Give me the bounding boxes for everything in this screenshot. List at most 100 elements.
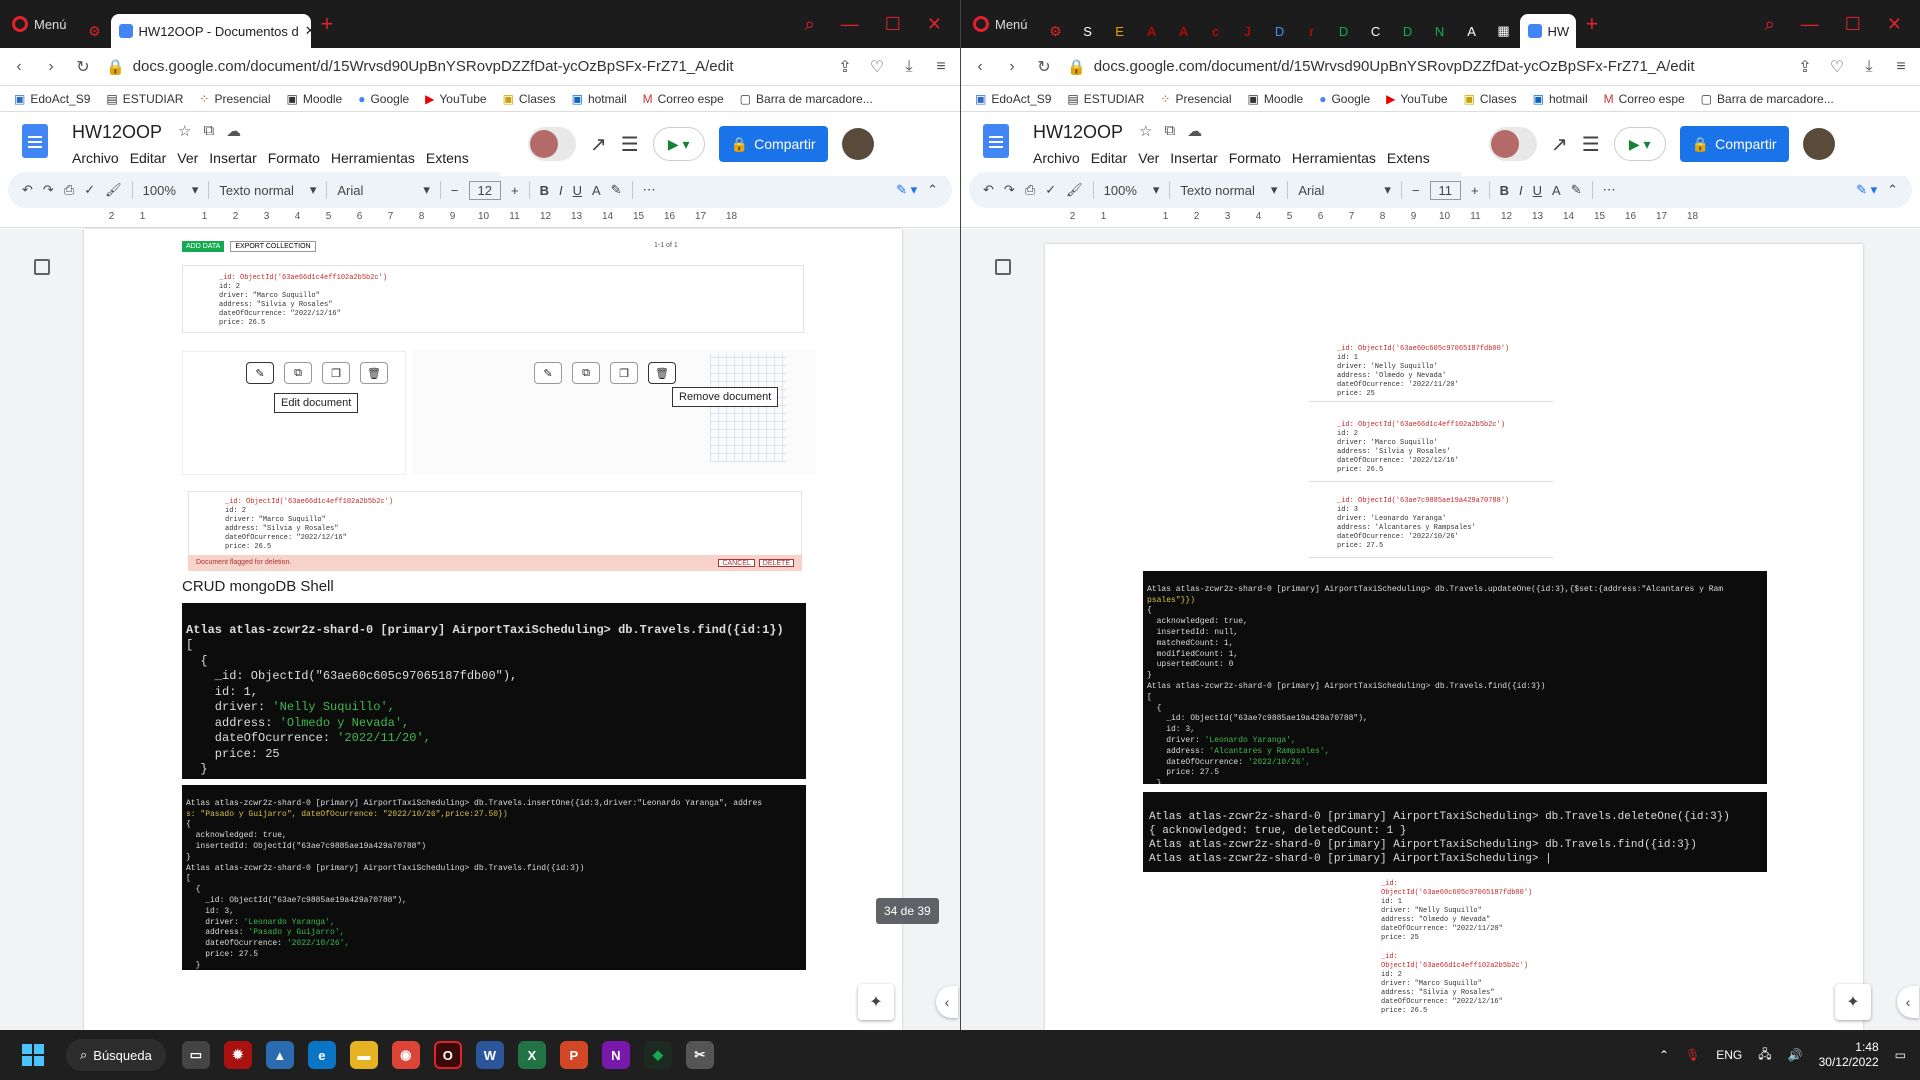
zoom-select[interactable]: 100% ▾ <box>1104 182 1160 198</box>
undo-icon[interactable]: ↶ <box>983 182 994 198</box>
menu-formato[interactable]: Formato <box>1229 150 1281 166</box>
document-page[interactable]: _id: ObjectId('63ae60c605c97065187fdb00'… <box>1045 244 1863 1030</box>
microphone-icon[interactable]: 🎙 <box>1685 1048 1700 1062</box>
font-size-input[interactable]: 12 <box>468 180 501 200</box>
bookmark-item[interactable]: ▣ Moodle <box>287 92 343 106</box>
move-icon[interactable]: ⧉ <box>1164 122 1175 140</box>
tab-docs[interactable]: HW✕ <box>1519 14 1576 48</box>
bookmark-item[interactable]: ▢ Barra de marcadore... <box>1701 92 1834 106</box>
menu-archivo[interactable]: Archivo <box>1033 150 1080 166</box>
doc-title[interactable]: HW12OOP <box>1033 122 1123 143</box>
menu-herramientas[interactable]: Herramientas <box>1292 150 1376 166</box>
clock[interactable]: 1:48 30/12/2022 <box>1819 1040 1879 1070</box>
redo-icon[interactable]: ↷ <box>1004 182 1015 198</box>
underline-icon[interactable]: U <box>573 183 582 198</box>
outline-icon[interactable] <box>995 259 1011 275</box>
highlight-icon[interactable]: ✎ <box>611 182 622 198</box>
tab-item[interactable]: D <box>1328 14 1360 48</box>
volume-icon[interactable]: 🔊 <box>1788 1048 1803 1062</box>
new-tab-button[interactable]: + <box>311 11 344 37</box>
menu-extensiones[interactable]: Extens <box>426 150 469 166</box>
doc-title[interactable]: HW12OOP <box>72 122 162 143</box>
bookmark-item[interactable]: M Correo espe <box>1604 92 1685 106</box>
share-button[interactable]: 🔒 Compartir <box>718 126 828 162</box>
account-avatar[interactable] <box>841 128 874 160</box>
menu-editar[interactable]: Editar <box>130 150 167 166</box>
increase-font-icon[interactable]: + <box>1471 183 1479 198</box>
chrome-icon[interactable]: ◉ <box>391 1041 420 1069</box>
task-view-icon[interactable]: ▭ <box>181 1041 210 1069</box>
bookmark-item[interactable]: ▤ ESTUDIAR <box>1067 92 1144 106</box>
bookmark-item[interactable]: ▣ hotmail <box>1533 92 1588 106</box>
tray-chevron-icon[interactable]: ⌃ <box>1659 1048 1669 1062</box>
redo-icon[interactable]: ↷ <box>43 182 54 198</box>
spellcheck-icon[interactable]: ✓ <box>1045 182 1056 198</box>
opera-icon[interactable]: O <box>433 1041 462 1069</box>
download-icon[interactable]: ⤓ <box>1860 58 1878 76</box>
cloud-icon[interactable]: ☁ <box>226 122 241 140</box>
file-explorer-icon[interactable]: ▬ <box>349 1041 378 1069</box>
snipping-tool-icon[interactable]: ✂ <box>685 1041 714 1069</box>
close-window-icon[interactable]: ✕ <box>927 14 942 35</box>
bookmark-item[interactable]: ▣ hotmail <box>572 92 627 106</box>
photos-icon[interactable]: ▲ <box>265 1041 294 1069</box>
new-tab-button[interactable]: + <box>1576 11 1609 37</box>
gaming-tab-icon[interactable]: ⚙ <box>79 14 111 48</box>
tab-youtube[interactable]: A <box>1168 14 1200 48</box>
share-button[interactable]: 🔒 Compartir <box>1679 126 1789 162</box>
network-icon[interactable]: 🖧 <box>1758 1045 1771 1066</box>
reload-icon[interactable]: ↻ <box>74 57 92 77</box>
zoom-select[interactable]: 100% ▾ <box>143 182 199 198</box>
menu-herramientas[interactable]: Herramientas <box>331 150 415 166</box>
meet-button[interactable]: ▶ ▾ <box>652 127 705 161</box>
menu-ver[interactable]: Ver <box>1138 150 1159 166</box>
side-panel-toggle-icon[interactable]: ‹ <box>1897 986 1919 1018</box>
collapse-icon[interactable]: ⌃ <box>927 182 938 198</box>
heart-icon[interactable]: ♡ <box>1828 57 1846 77</box>
docs-logo-icon[interactable] <box>22 124 48 158</box>
menu-editar[interactable]: Editar <box>1091 150 1128 166</box>
tab-github[interactable]: S <box>1072 14 1104 48</box>
italic-icon[interactable]: I <box>1519 183 1523 198</box>
cloud-icon[interactable]: ☁ <box>1187 122 1202 140</box>
menu-insertar[interactable]: Insertar <box>209 150 256 166</box>
font-size-input[interactable]: 11 <box>1429 180 1462 200</box>
docs-logo-icon[interactable] <box>983 124 1009 158</box>
bookmark-item[interactable]: ⁘ Presencial <box>1160 92 1231 106</box>
more-icon[interactable]: ⋯ <box>1603 182 1616 198</box>
share-page-icon[interactable]: ⇪ <box>836 57 854 77</box>
menu-ver[interactable]: Ver <box>177 150 198 166</box>
bookmark-item[interactable]: ⁘ Presencial <box>199 92 270 106</box>
excel-icon[interactable]: X <box>517 1041 546 1069</box>
side-panel-toggle-icon[interactable]: ‹ <box>936 986 958 1018</box>
download-icon[interactable]: ⤓ <box>900 58 918 76</box>
tab-grid-icon[interactable]: ▦ <box>1488 14 1520 48</box>
powerpoint-icon[interactable]: P <box>559 1041 588 1069</box>
star-icon[interactable]: ☆ <box>178 122 191 140</box>
menu-formato[interactable]: Formato <box>268 150 320 166</box>
explore-icon[interactable]: ✦ <box>1835 984 1871 1020</box>
comments-icon[interactable]: ☰ <box>621 132 639 157</box>
bold-icon[interactable]: B <box>1500 183 1509 198</box>
paint-format-icon[interactable]: 🖌 <box>105 182 122 198</box>
bookmark-item[interactable]: ▣ Clases <box>503 92 556 106</box>
text-color-icon[interactable]: A <box>1552 183 1561 198</box>
editing-mode-icon[interactable]: ✎ ▾ <box>896 182 917 198</box>
star-icon[interactable]: ☆ <box>1139 122 1152 140</box>
increase-font-icon[interactable]: + <box>511 183 519 198</box>
word-icon[interactable]: W <box>475 1041 504 1069</box>
activity-icon[interactable]: ↗ <box>590 132 607 157</box>
language-indicator[interactable]: ENG <box>1716 1048 1742 1062</box>
notifications-icon[interactable]: ▭ <box>1895 1048 1906 1062</box>
menu-insertar[interactable]: Insertar <box>1170 150 1217 166</box>
comments-icon[interactable]: ☰ <box>1582 132 1600 157</box>
heart-icon[interactable]: ♡ <box>868 57 886 77</box>
underline-icon[interactable]: U <box>1533 183 1542 198</box>
explore-icon[interactable]: ✦ <box>858 984 894 1020</box>
bookmark-item[interactable]: ▣ Clases <box>1464 92 1517 106</box>
tab-youtube[interactable]: c <box>1200 14 1232 48</box>
minimize-icon[interactable]: — <box>1801 14 1819 35</box>
text-color-icon[interactable]: A <box>592 183 601 198</box>
forward-icon[interactable]: › <box>1003 58 1021 76</box>
mongodb-compass-icon[interactable]: ◆ <box>643 1041 672 1069</box>
